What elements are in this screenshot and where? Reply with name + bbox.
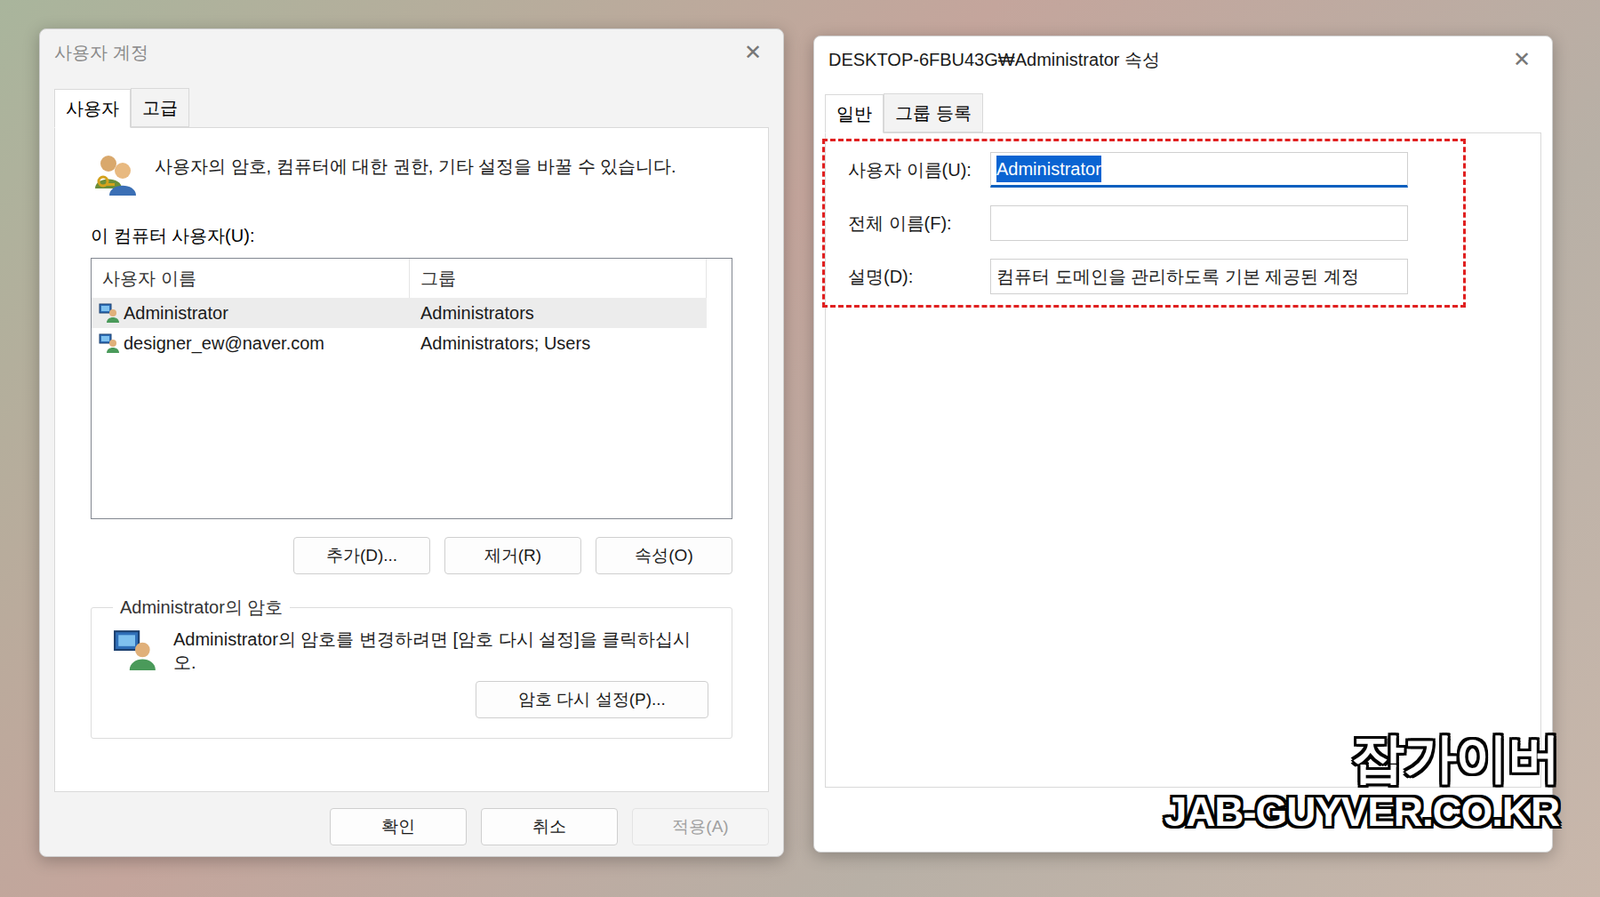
desktop: 사용자 계정✕사용자고급사용자의 암호, 컴퓨터에 대한 권한, 기타 설정을 … (0, 0, 1600, 897)
form-row: 사용자 이름(U):Administrator (848, 152, 1440, 188)
table-row[interactable]: designer_ew@naver.com Administrators; Use… (91, 328, 707, 359)
description: 사용자의 암호, 컴퓨터에 대한 권한, 기타 설정을 바꿀 수 있습니다. (154, 149, 677, 180)
tab-bar: 일반그룹 등록 (824, 89, 1542, 133)
watermark-text: 잡가이버 (1351, 727, 1560, 789)
form-row: 설명(D):컴퓨터 도메인을 관리하도록 기본 제공된 계정 (848, 258, 1440, 295)
user-icon (98, 332, 120, 354)
footer-button[interactable]: 확인 (329, 808, 467, 846)
tab-bar: 사용자고급 (54, 84, 769, 128)
table-row[interactable]: Administrator Administrators (91, 297, 707, 328)
action-button[interactable]: 제거(R) (444, 536, 582, 575)
footer-button[interactable]: 적용(A) (632, 808, 769, 846)
users-icon (90, 149, 141, 200)
window-title: DESKTOP-6FBU43G₩Administrator 속성 (828, 46, 1160, 73)
field-label: 설명(D): (848, 263, 991, 290)
tab-panel: 사용자 이름(U):Administrator 전체 이름(F): 설명(D):컴퓨… (824, 132, 1542, 788)
window-title: 사용자 계정 (54, 39, 149, 66)
close-button[interactable]: ✕ (1505, 43, 1538, 76)
tab[interactable]: 그룹 등록 (883, 93, 984, 133)
user-accounts-window: 사용자 계정✕사용자고급사용자의 암호, 컴퓨터에 대한 권한, 기타 설정을 … (39, 28, 784, 857)
title-bar: DESKTOP-6FBU43G₩Administrator 속성 ✕ (814, 36, 1552, 83)
tab-panel: 사용자의 암호, 컴퓨터에 대한 권한, 기타 설정을 바꿀 수 있습니다. 이 … (54, 127, 769, 792)
form-row: 전체 이름(F): (848, 205, 1440, 241)
reset-password-button[interactable]: 암호 다시 설정(P)... (475, 680, 709, 719)
column-header[interactable]: 그룹 (409, 258, 707, 298)
tab[interactable]: 고급 (130, 88, 190, 128)
footer-button[interactable]: 취소 (480, 808, 618, 846)
password-group: Administrator의 암호 Administrator의 암호를 변경하려… (90, 593, 733, 739)
password-text: Administrator의 암호를 변경하려면 [암호 다시 설정]을 클릭하… (173, 627, 711, 674)
user-name: Administrator (123, 299, 229, 327)
tab[interactable]: 일반 (824, 94, 884, 134)
users-label: 이 컴퓨터 사용자(U): (90, 222, 733, 249)
field-label: 사용자 이름(U): (848, 156, 991, 184)
watermark-text: JAB-GUYVER.CO.KR (1164, 788, 1560, 836)
user-group: Administrators; Users (409, 329, 601, 357)
watermark: 잡가이버JAB-GUYVER.CO.KR (1164, 727, 1560, 836)
column-header[interactable]: 사용자 이름 (91, 258, 410, 298)
users-table: 사용자 이름그룹AdministratorAdministratorsdesig… (90, 257, 733, 520)
text-field[interactable]: 컴퓨터 도메인을 관리하도록 기본 제공된 계정 (990, 258, 1408, 295)
close-button[interactable]: ✕ (736, 36, 769, 69)
highlight-box: 사용자 이름(U):Administrator 전체 이름(F): 설명(D):컴퓨… (822, 138, 1466, 308)
user-icon (98, 302, 120, 324)
title-bar: 사용자 계정 ✕ (40, 29, 784, 76)
text-field[interactable]: Administrator (990, 152, 1408, 188)
field-label: 전체 이름(F): (848, 209, 991, 237)
user-group: Administrators (409, 299, 545, 327)
user-name: designer_ew@naver.com (123, 329, 325, 357)
action-button[interactable]: 속성(O) (595, 536, 733, 575)
action-button[interactable]: 추가(D)... (293, 536, 431, 575)
tab[interactable]: 사용자 (54, 88, 131, 128)
table-header: 사용자 이름그룹 (91, 258, 732, 298)
text-field[interactable] (990, 205, 1408, 241)
password-group-title: Administrator의 암호 (112, 593, 290, 621)
user-icon (112, 627, 158, 672)
